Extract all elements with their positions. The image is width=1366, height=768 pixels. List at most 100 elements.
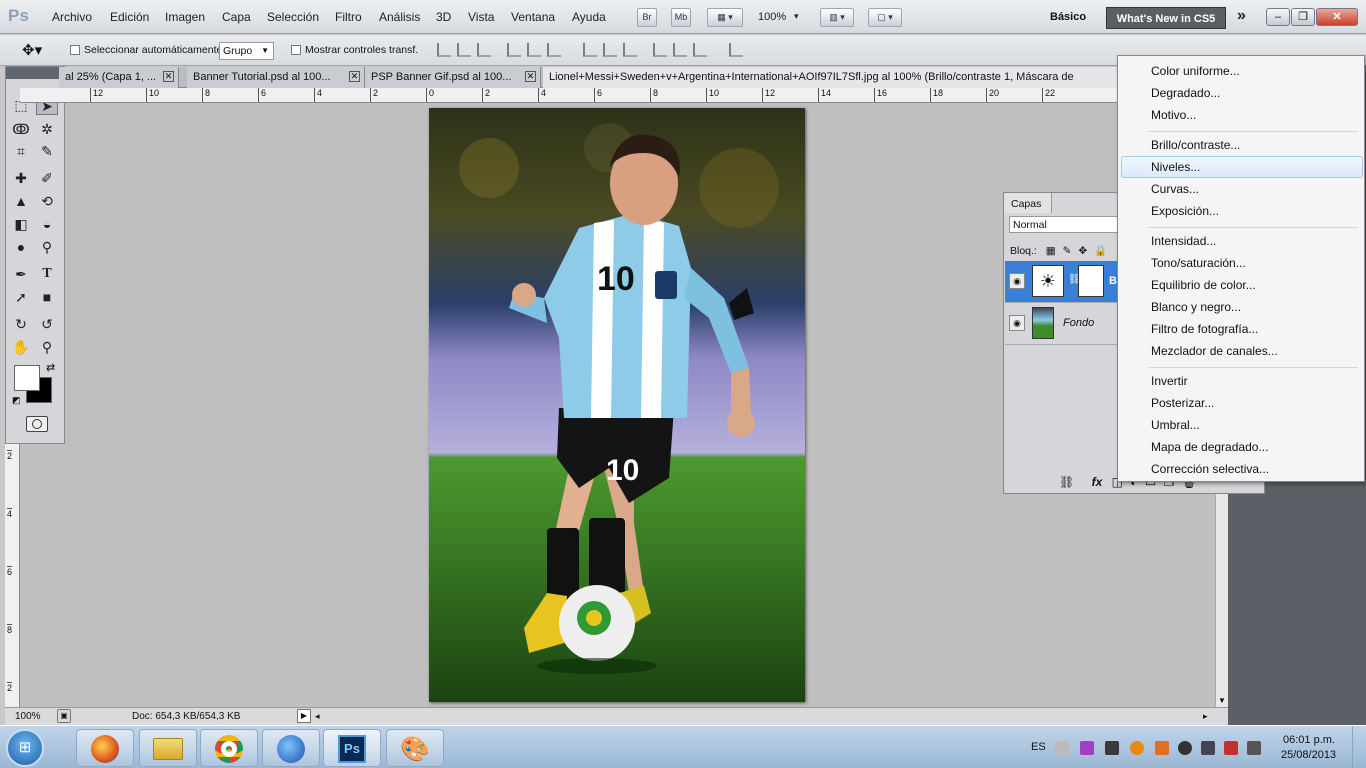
pen-tool-icon[interactable]: ✒: [10, 264, 32, 284]
close-button[interactable]: ✕: [1316, 8, 1358, 26]
eyedropper-tool-icon[interactable]: ✎: [36, 141, 58, 161]
tray-app-icon[interactable]: [1080, 741, 1094, 755]
distribute-vcenter-icon[interactable]: [603, 43, 617, 57]
align-top-icon[interactable]: [437, 43, 451, 57]
zoom-tool-icon[interactable]: ⚲: [36, 337, 58, 357]
close-icon[interactable]: ✕: [525, 71, 536, 82]
taskbar-explorer[interactable]: [139, 729, 197, 767]
menu-blanco-negro[interactable]: Blanco y negro...: [1151, 300, 1241, 314]
distribute-right-icon[interactable]: [693, 43, 707, 57]
align-right-icon[interactable]: [547, 43, 561, 57]
default-colors-icon[interactable]: ◩: [12, 395, 21, 406]
show-transform-checkbox[interactable]: [291, 45, 301, 55]
menu-3d[interactable]: 3D: [436, 10, 451, 24]
history-brush-tool-icon[interactable]: ⟲: [36, 191, 58, 211]
3d-orbit-tool-icon[interactable]: ↺: [36, 314, 58, 334]
lock-transparent-icon[interactable]: ▦: [1046, 245, 1056, 257]
arrange-documents-button[interactable]: ▥ ▾: [820, 8, 854, 27]
workspace-basico[interactable]: Básico: [1050, 11, 1086, 23]
action-center-flag-icon[interactable]: [1247, 741, 1261, 755]
menu-degradado[interactable]: Degradado...: [1151, 86, 1220, 100]
menu-intensidad[interactable]: Intensidad...: [1151, 234, 1216, 248]
menu-edicion[interactable]: Edición: [110, 10, 149, 24]
tab-doc-1[interactable]: al 25% (Capa 1, ... ✕: [59, 67, 179, 88]
blend-mode-dropdown[interactable]: Normal: [1009, 216, 1119, 233]
crop-tool-icon[interactable]: ⌗: [10, 141, 32, 161]
distribute-hcenter-icon[interactable]: [673, 43, 687, 57]
foreground-color-swatch[interactable]: [14, 365, 40, 391]
distribute-left-icon[interactable]: [653, 43, 667, 57]
auto-select-checkbox[interactable]: [70, 45, 80, 55]
menu-imagen[interactable]: Imagen: [165, 10, 205, 24]
rectangle-tool-icon[interactable]: ■: [36, 287, 58, 307]
brush-tool-icon[interactable]: ✐: [36, 168, 58, 188]
lock-position-icon[interactable]: ✥: [1078, 245, 1087, 257]
menu-ayuda[interactable]: Ayuda: [572, 10, 606, 24]
screen-mode-button[interactable]: ▢ ▾: [868, 8, 902, 27]
menu-mapa-degradado[interactable]: Mapa de degradado...: [1151, 440, 1268, 454]
menu-posterizar[interactable]: Posterizar...: [1151, 396, 1214, 410]
minibridge-button[interactable]: Mb: [671, 8, 691, 27]
align-vcenter-icon[interactable]: [457, 43, 471, 57]
menu-brillo-contraste[interactable]: Brillo/contraste...: [1151, 138, 1240, 152]
tray-java-icon[interactable]: [1155, 741, 1169, 755]
auto-select-dropdown[interactable]: Grupo ▼: [219, 42, 274, 60]
restore-button[interactable]: ❐: [1291, 8, 1315, 26]
tools-panel-header[interactable]: [6, 67, 64, 79]
path-selection-tool-icon[interactable]: ➚: [10, 287, 32, 307]
taskbar-chrome[interactable]: [200, 729, 258, 767]
menu-color-uniforme[interactable]: Color uniforme...: [1151, 64, 1240, 78]
close-icon[interactable]: ✕: [163, 71, 174, 82]
3d-rotate-tool-icon[interactable]: ↻: [10, 314, 32, 334]
menu-analisis[interactable]: Análisis: [379, 10, 420, 24]
menu-umbral[interactable]: Umbral...: [1151, 418, 1200, 432]
layer-style-icon[interactable]: fx: [1092, 475, 1103, 489]
view-extras-button[interactable]: ▦ ▾: [707, 8, 743, 27]
visibility-eye-icon[interactable]: ◉: [1009, 315, 1025, 331]
scroll-right-icon[interactable]: ▸: [1203, 711, 1208, 722]
menu-vista[interactable]: Vista: [468, 10, 494, 24]
zoom-level[interactable]: 100%: [758, 11, 786, 23]
taskbar-photoshop[interactable]: Ps: [323, 729, 381, 767]
swap-colors-icon[interactable]: ⇄: [46, 361, 55, 374]
clock-date[interactable]: 25/08/2013: [1281, 749, 1336, 761]
avast-icon[interactable]: [1130, 741, 1144, 755]
minimize-button[interactable]: –: [1266, 8, 1290, 26]
menu-correccion-selectiva[interactable]: Corrección selectiva...: [1151, 462, 1269, 476]
paint-bucket-tool-icon[interactable]: ◒: [36, 214, 58, 234]
healing-brush-tool-icon[interactable]: ✚: [10, 168, 32, 188]
magic-wand-tool-icon[interactable]: ✲: [36, 119, 58, 139]
move-tool-preset-icon[interactable]: ✥▾: [22, 41, 42, 59]
status-menu-arrow-icon[interactable]: ▶: [297, 709, 311, 723]
keyboard-icon[interactable]: [1055, 741, 1069, 755]
menu-niveles[interactable]: Niveles...: [1151, 160, 1200, 174]
distribute-top-icon[interactable]: [583, 43, 597, 57]
menu-tono-saturacion[interactable]: Tono/saturación...: [1151, 256, 1246, 270]
hand-tool-icon[interactable]: ✋: [10, 337, 32, 357]
layer-mask-thumbnail[interactable]: [1078, 265, 1104, 297]
scroll-down-icon[interactable]: ▼: [1218, 696, 1226, 705]
tray-settings-icon[interactable]: [1105, 741, 1119, 755]
menu-filtro[interactable]: Filtro: [335, 10, 362, 24]
clone-stamp-tool-icon[interactable]: ▲: [10, 191, 32, 211]
visibility-eye-icon[interactable]: ◉: [1009, 273, 1025, 289]
distribute-bottom-icon[interactable]: [623, 43, 637, 57]
menu-ventana[interactable]: Ventana: [511, 10, 555, 24]
layers-tab[interactable]: Capas: [1004, 193, 1052, 213]
zoom-dropdown-icon[interactable]: ▾: [794, 11, 799, 22]
dodge-tool-icon[interactable]: ⚲: [36, 237, 58, 257]
quick-mask-button[interactable]: [26, 416, 48, 432]
tray-media-icon[interactable]: [1178, 741, 1192, 755]
eraser-tool-icon[interactable]: ◧: [10, 214, 32, 234]
menu-archivo[interactable]: Archivo: [52, 10, 92, 24]
menu-curvas[interactable]: Curvas...: [1151, 182, 1199, 196]
bridge-button[interactable]: Br: [637, 8, 657, 27]
tab-doc-2[interactable]: Banner Tutorial.psd al 100... ✕: [187, 67, 365, 88]
menu-capa[interactable]: Capa: [222, 10, 251, 24]
start-button[interactable]: ⊞: [6, 729, 44, 767]
menu-exposicion[interactable]: Exposición...: [1151, 204, 1219, 218]
lasso-tool-icon[interactable]: ↂ: [10, 119, 32, 139]
clock-time[interactable]: 06:01 p.m.: [1283, 734, 1335, 746]
menu-mezclador-canales[interactable]: Mezclador de canales...: [1151, 344, 1278, 358]
align-bottom-icon[interactable]: [477, 43, 491, 57]
